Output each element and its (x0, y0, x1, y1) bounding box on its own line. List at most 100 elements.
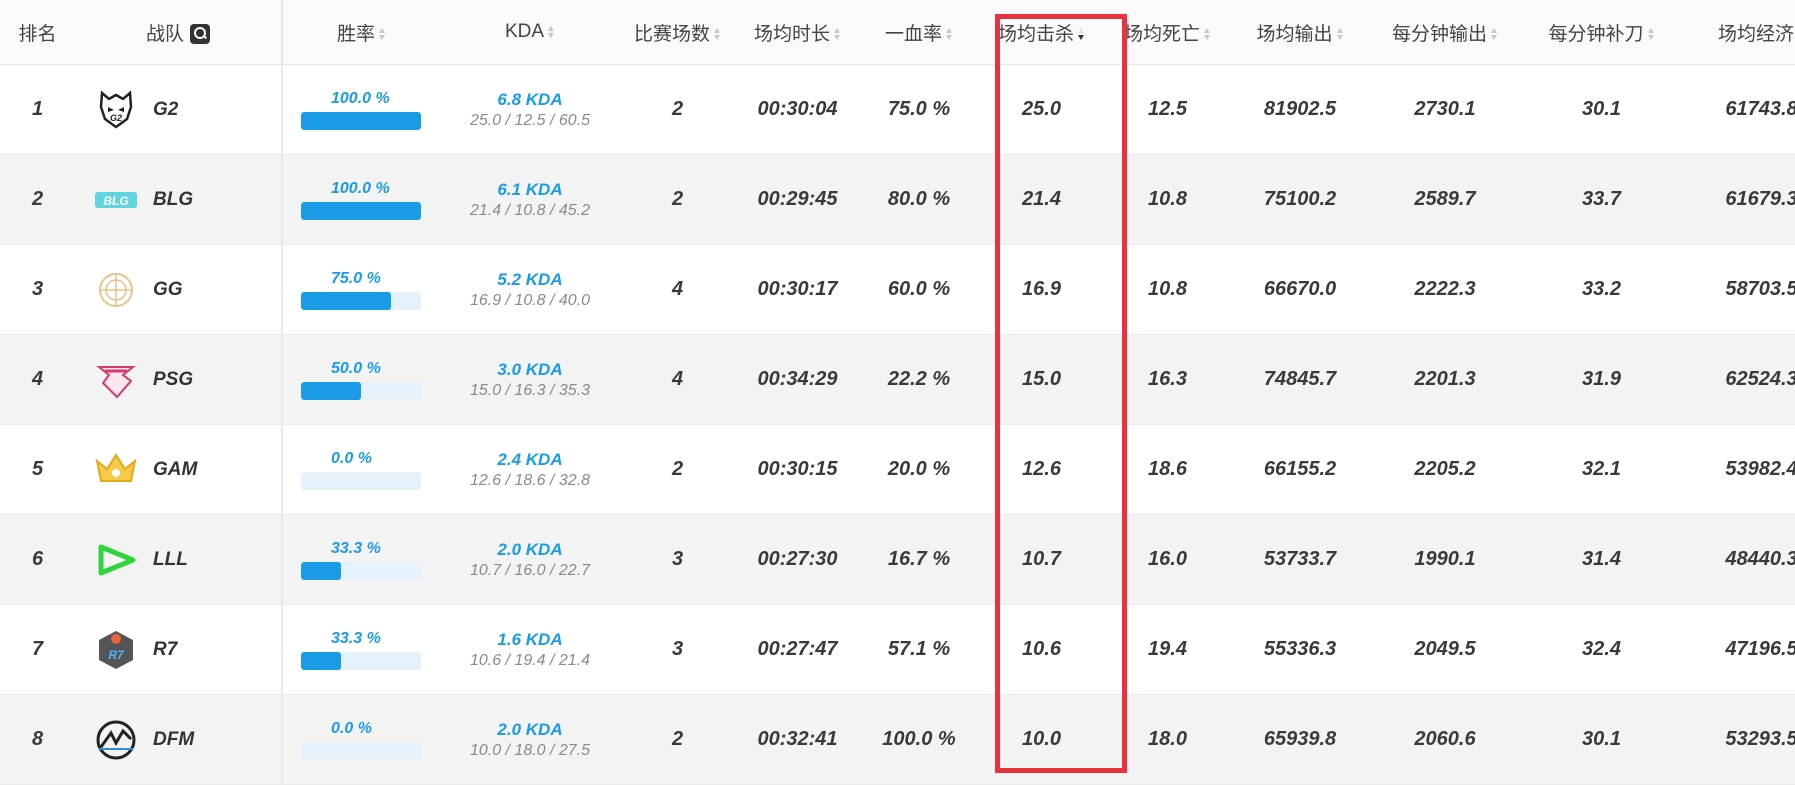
table-row[interactable]: 3 GG 75.0 % 5.2 KDA 16.9 / 10.8 / 40.0 4… (0, 244, 1795, 335)
deaths-cell: 18.0 (1105, 694, 1230, 785)
sort-icon[interactable] (834, 27, 841, 41)
win-rate-bar-fill (301, 111, 421, 130)
win-rate-bar (301, 561, 421, 580)
duration-cell: 00:34:29 (735, 334, 860, 425)
sort-desc-icon[interactable] (1078, 27, 1085, 41)
gold-value: 53293.5 (1725, 728, 1795, 750)
col-header-kills[interactable]: 场均击杀 (978, 0, 1105, 65)
team-name[interactable]: G2 (153, 99, 178, 121)
team-cell[interactable]: BLG BLG (75, 154, 283, 245)
gold-cell: 47196.5 (1683, 604, 1795, 695)
team-name[interactable]: GAM (153, 459, 197, 481)
deaths-cell: 19.4 (1105, 604, 1230, 695)
team-cell[interactable]: LLL (75, 514, 283, 605)
team-name[interactable]: R7 (153, 639, 177, 661)
sort-icon[interactable] (1336, 27, 1344, 41)
deaths-value: 16.3 (1148, 368, 1187, 390)
kills-cell: 12.6 (978, 424, 1105, 515)
rank-value: 3 (31, 278, 44, 300)
kills-cell: 10.7 (978, 514, 1105, 605)
col-header-matches[interactable]: 比赛场数 (620, 0, 735, 65)
duration-value: 00:27:47 (757, 638, 838, 660)
col-header-deaths[interactable]: 场均死亡 (1105, 0, 1230, 65)
team-cell[interactable]: GAM (75, 424, 283, 515)
kda-detail: 10.7 / 16.0 / 22.7 (469, 561, 591, 579)
sort-icon[interactable] (714, 27, 721, 41)
team-name[interactable]: BLG (153, 189, 193, 211)
table-row[interactable]: 5 GAM 0.0 % 2.4 KDA 12.6 / 18.6 / 32.8 2… (0, 424, 1795, 515)
table-header-row: 排名 战队 胜率 KDA 比赛场数 场均时长 一血率 场均击杀 场均死亡 场均输… (0, 0, 1795, 65)
table-row[interactable]: 1 G2 G2 100.0 % 6.8 KDA 25.0 / 12.5 / 60… (0, 64, 1795, 155)
gold-cell: 53293.5 (1683, 694, 1795, 785)
kda-detail: 16.9 / 10.8 / 40.0 (469, 291, 591, 309)
kda-detail: 21.4 / 10.8 / 45.2 (469, 201, 591, 219)
damage-cell: 55336.3 (1230, 604, 1370, 695)
dpm-cell: 2222.3 (1370, 244, 1520, 335)
kills-value: 21.4 (1022, 188, 1061, 210)
dpm-value: 2049.5 (1414, 638, 1476, 660)
sort-icon[interactable] (1491, 27, 1498, 41)
first-blood-value: 16.7 % (887, 548, 951, 570)
win-rate-bar-fill (301, 201, 421, 220)
kills-cell: 10.0 (978, 694, 1105, 785)
rank-cell: 4 (0, 334, 75, 425)
duration-value: 00:29:45 (757, 188, 838, 210)
table-row[interactable]: 8 DFM 0.0 % 2.0 KDA 10.0 / 18.0 / 27.5 2… (0, 694, 1795, 785)
team-name[interactable]: DFM (153, 729, 194, 751)
sort-icon[interactable] (379, 27, 386, 41)
col-header-duration[interactable]: 场均时长 (735, 0, 860, 65)
sort-icon[interactable] (946, 27, 953, 41)
rank-cell: 1 (0, 64, 75, 155)
kda-value: 6.8 KDA (497, 89, 563, 109)
team-cell[interactable]: PSG (75, 334, 283, 425)
gold-cell: 48440.3 (1683, 514, 1795, 605)
col-header-dpm[interactable]: 每分钟输出 (1370, 0, 1520, 65)
gold-value: 62524.3 (1725, 368, 1795, 390)
table-row[interactable]: 7 R7 R7 33.3 % 1.6 KDA 10.6 / 19.4 / 21.… (0, 604, 1795, 695)
dpm-cell: 2049.5 (1370, 604, 1520, 695)
cspm-cell: 30.1 (1520, 64, 1683, 155)
deaths-value: 16.0 (1148, 548, 1187, 570)
header-label: 一血率 (884, 23, 942, 45)
table-row[interactable]: 6 LLL 33.3 % 2.0 KDA 10.7 / 16.0 / 22.7 … (0, 514, 1795, 605)
col-header-win-rate[interactable]: 胜率 (282, 0, 440, 65)
kills-value: 12.6 (1022, 458, 1061, 480)
win-rate-bar (301, 471, 421, 490)
deaths-value: 12.5 (1148, 98, 1187, 120)
team-cell[interactable]: DFM (75, 694, 283, 785)
sort-icon[interactable] (1204, 27, 1211, 41)
kda-cell: 2.0 KDA 10.7 / 16.0 / 22.7 (440, 514, 620, 605)
win-rate-cell: 75.0 % (282, 244, 440, 335)
col-header-kda[interactable]: KDA (440, 0, 620, 65)
first-blood-value: 80.0 % (887, 188, 951, 210)
cspm-value: 31.9 (1582, 368, 1621, 390)
team-cell[interactable]: R7 R7 (75, 604, 283, 695)
first-blood-value: 60.0 % (887, 278, 951, 300)
win-rate-value: 50.0 % (331, 359, 381, 377)
col-header-gold[interactable]: 场均经济 (1683, 0, 1795, 65)
sort-icon[interactable] (1647, 27, 1655, 41)
sort-icon[interactable] (548, 25, 555, 39)
first-blood-value: 100.0 % (882, 728, 956, 750)
kda-detail: 10.6 / 19.4 / 21.4 (469, 651, 591, 669)
dpm-cell: 2589.7 (1370, 154, 1520, 245)
deaths-cell: 18.6 (1105, 424, 1230, 515)
kills-cell: 15.0 (978, 334, 1105, 425)
rank-cell: 6 (0, 514, 75, 605)
duration-value: 00:34:29 (757, 368, 838, 390)
col-header-cspm[interactable]: 每分钟补刀 (1520, 0, 1683, 65)
table-row[interactable]: 2 BLG BLG 100.0 % 6.1 KDA 21.4 / 10.8 / … (0, 154, 1795, 245)
col-header-damage[interactable]: 场均输出 (1230, 0, 1370, 65)
team-cell[interactable]: GG (75, 244, 283, 335)
dpm-value: 2589.7 (1414, 188, 1476, 210)
col-header-first-blood[interactable]: 一血率 (860, 0, 978, 65)
kills-value: 10.7 (1022, 548, 1061, 570)
win-rate-bar (301, 111, 421, 130)
team-name[interactable]: PSG (153, 369, 193, 391)
team-cell[interactable]: G2 G2 (75, 64, 283, 155)
gold-cell: 61679.3 (1683, 154, 1795, 245)
table-row[interactable]: 4 PSG 50.0 % 3.0 KDA 15.0 / 16.3 / 35.3 … (0, 334, 1795, 425)
team-name[interactable]: GG (153, 279, 183, 301)
team-name[interactable]: LLL (153, 549, 188, 571)
search-icon[interactable] (190, 24, 210, 45)
